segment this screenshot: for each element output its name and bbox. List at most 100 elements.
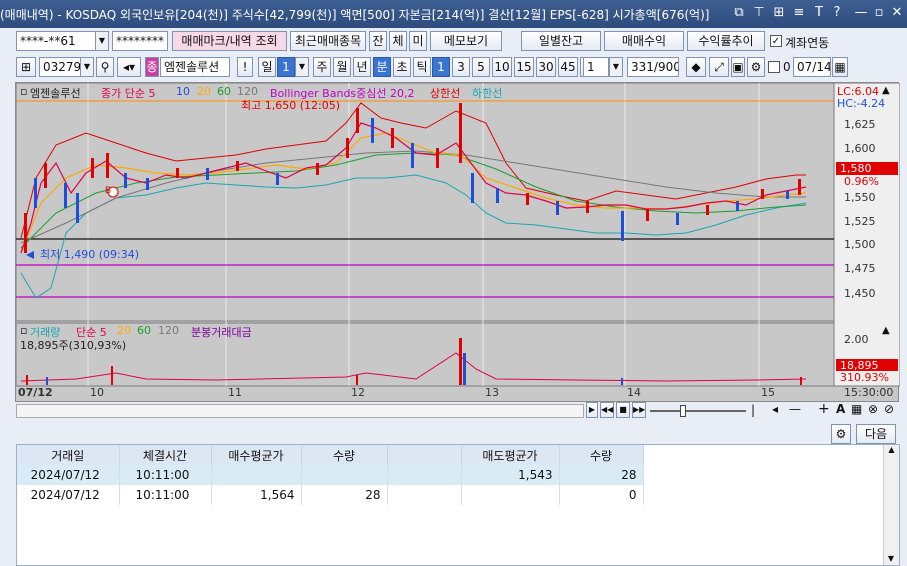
vol-tick: 2.00 [844, 333, 869, 346]
date-field[interactable]: 07/14 [793, 57, 831, 77]
col-buy-avg: 매수평균가 [211, 445, 302, 465]
period-month-button[interactable]: 월 [333, 57, 351, 77]
zoom-slider[interactable] [650, 410, 746, 412]
price-collapse-icon[interactable]: ▲ [882, 85, 890, 96]
cell-empty [387, 465, 462, 485]
x-tick-11: 11 [228, 386, 242, 399]
cycle-icon[interactable]: ⊗ [868, 402, 878, 416]
period-day-num[interactable]: 1 [277, 57, 295, 77]
pin-icon[interactable]: ⊞ [770, 4, 788, 22]
minute-15-button[interactable]: 15 [514, 57, 534, 77]
memo-button[interactable]: 메모보기 [430, 31, 502, 51]
title-bar: (매매내역) - KOSDAQ 외국인보유[204(천)] 주식수[42,799… [0, 0, 907, 28]
chart-tool-icon[interactable]: ◆ [686, 57, 706, 77]
period-day-dropdown[interactable]: ▼ [295, 57, 309, 77]
profit-trend-button[interactable]: 수익률추이 [687, 31, 765, 51]
table-row[interactable]: 2024/07/12 10:11:00 1,543 28 [17, 465, 644, 485]
next-button[interactable]: 다음 [856, 424, 896, 444]
forward-icon[interactable]: ▶▶ [632, 402, 646, 418]
period-week-button[interactable]: 주 [313, 57, 331, 77]
minute-30-button[interactable]: 30 [536, 57, 556, 77]
zoom-in-icon[interactable]: + [818, 401, 830, 417]
stock-code-dropdown[interactable]: ▼ [80, 57, 94, 77]
cell-buy-qty [301, 465, 388, 485]
search-icon[interactable]: ⚲ [96, 57, 114, 77]
grid-settings-icon[interactable]: ⚙ [831, 424, 851, 444]
account-input[interactable]: ****-**61 [16, 31, 96, 51]
period-day-button[interactable]: 일 [258, 57, 276, 77]
volume-collapse-icon[interactable]: ▲ [882, 325, 890, 336]
legend-minute-amount: 분봉거래대금 [191, 326, 252, 339]
cell-date: 2024/07/12 [17, 465, 120, 485]
interval-dropdown[interactable]: ▼ [609, 57, 623, 77]
minimize-icon[interactable]: — [852, 4, 870, 22]
drawing-tool-icon[interactable]: ▦ [851, 402, 862, 416]
more-icon[interactable]: ⊘ [884, 402, 894, 416]
line-tool-icon[interactable]: ⤢ [709, 57, 729, 77]
interval-input[interactable]: 1 [583, 57, 609, 77]
chart-settings-icon[interactable]: ⊞ [16, 57, 36, 77]
cell-time: 10:11:00 [119, 485, 212, 505]
legend-vol-ma120: 120 [158, 324, 179, 337]
window-icon-1[interactable]: ⧉ [730, 4, 748, 22]
cell-buy-avg: 1,564 [211, 485, 302, 505]
account-dropdown[interactable]: ▼ [95, 31, 109, 51]
period-second-button[interactable]: 초 [393, 57, 411, 77]
jan-button[interactable]: 잔 [369, 31, 387, 51]
count-field[interactable]: 331/900 [627, 57, 679, 77]
calendar-icon[interactable]: ▦ [832, 57, 848, 77]
recent-stocks-button[interactable]: 최근매매종목 [290, 31, 366, 51]
legend-vol-ma60: 60 [137, 324, 151, 337]
table-header-row: 거래일 체결시간 매수평균가 수량 매도평균가 수량 [17, 445, 644, 465]
y-tick-1475: 1,475 [844, 262, 876, 275]
text-icon[interactable]: T [810, 4, 828, 22]
zoom-out-icon[interactable]: — [789, 402, 801, 416]
x-tick-10: 10 [90, 386, 104, 399]
password-input[interactable]: ******** [112, 31, 168, 51]
font-icon[interactable]: ≡ [790, 4, 808, 22]
alert-icon[interactable]: ! [237, 57, 253, 77]
table-row[interactable]: 2024/07/12 10:11:00 1,564 28 0 [17, 485, 644, 505]
daily-balance-button[interactable]: 일별잔고 [521, 31, 601, 51]
zoom-left-icon[interactable]: ◂ [772, 402, 778, 416]
window-title: (매매내역) - KOSDAQ 외국인보유[204(천)] 주식수[42,799… [0, 8, 710, 22]
stop-icon[interactable]: ■ [616, 402, 630, 418]
minute-1-button[interactable]: 1 [432, 57, 450, 77]
chart-scrollbar[interactable] [16, 404, 584, 418]
trade-mark-button[interactable]: 매매마크/내역 조회 [172, 31, 287, 51]
sound-icon[interactable]: ◂▾ [117, 57, 141, 77]
scroll-up-icon[interactable]: ▲ [884, 445, 899, 454]
restore-icon[interactable]: ▫ [870, 4, 888, 22]
text-tool-icon[interactable]: A [836, 402, 845, 416]
chart-area[interactable]: ▫ 엠젠솔루선 종가 단순 5 10 20 60 120 Bollinger B… [15, 82, 900, 402]
zoom-slider-thumb[interactable] [680, 405, 686, 417]
scroll-down-icon[interactable]: ▼ [884, 554, 898, 563]
legend-ma10: 10 [176, 85, 190, 98]
minute-3-button[interactable]: 3 [452, 57, 470, 77]
close-icon[interactable]: ✕ [888, 4, 906, 22]
stock-code-input[interactable]: 032790 [39, 57, 81, 77]
trade-profit-button[interactable]: 매매수익 [604, 31, 684, 51]
period-minute-button[interactable]: 분 [373, 57, 391, 77]
account-link-checkbox[interactable]: ✓ [770, 35, 782, 47]
minute-45-button[interactable]: 45 [558, 57, 578, 77]
chart-settings-button[interactable]: ▫ [20, 85, 27, 98]
help-icon[interactable]: ? [828, 4, 846, 22]
link-icon[interactable]: ⊤ [750, 4, 768, 22]
rewind-icon[interactable]: ◀◀ [600, 402, 614, 418]
volume-settings-button[interactable]: ▫ [20, 324, 27, 337]
che-button[interactable]: 체 [389, 31, 407, 51]
volume-info: 18,895주(310,93%) [20, 339, 127, 352]
period-year-button[interactable]: 년 [353, 57, 371, 77]
minute-10-button[interactable]: 10 [492, 57, 512, 77]
mi-button[interactable]: 미 [409, 31, 427, 51]
save-icon[interactable]: ▣ [731, 57, 745, 77]
grid-scrollbar[interactable]: ▲ ▼ [883, 445, 899, 565]
y-tick-1625: 1,625 [844, 118, 876, 131]
period-tick-button[interactable]: 틱 [413, 57, 431, 77]
gear-icon[interactable]: ⚙ [747, 57, 765, 77]
time-label: 15:30:00 [844, 386, 894, 399]
play-right-icon[interactable]: ▶ [586, 402, 598, 418]
minute-5-button[interactable]: 5 [472, 57, 490, 77]
num-checkbox[interactable] [768, 61, 780, 73]
